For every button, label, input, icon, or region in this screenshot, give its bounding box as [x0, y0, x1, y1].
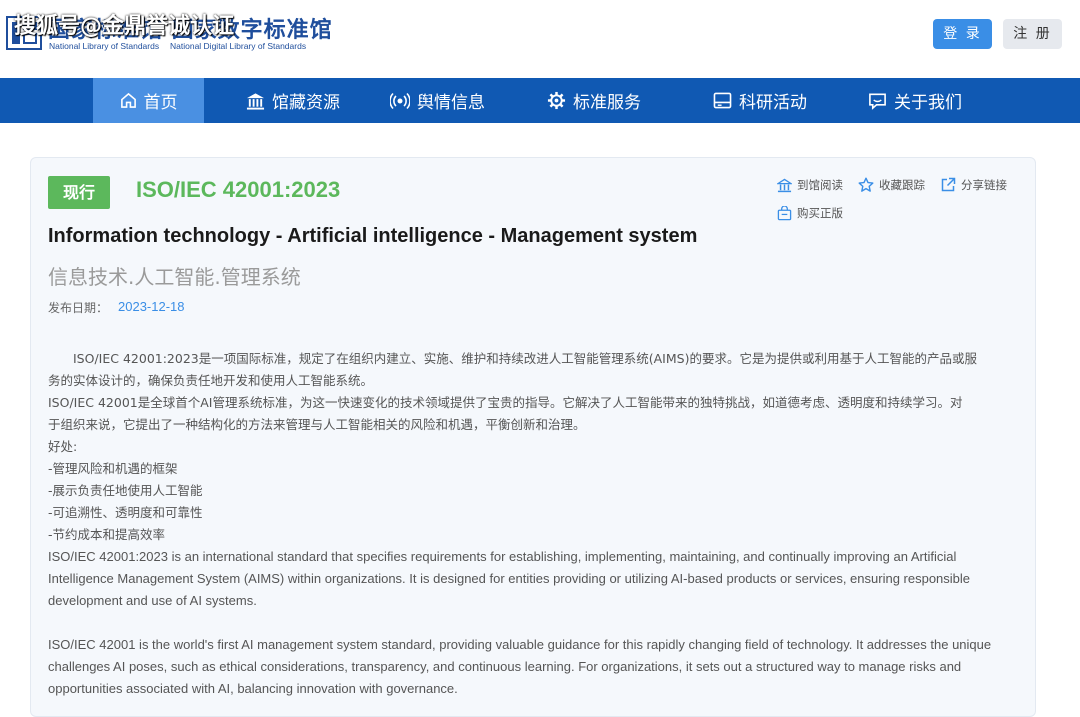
action-label: 购买正版	[797, 206, 843, 220]
description-line: ISO/IEC 42001:2023 is an international s…	[48, 549, 957, 564]
building-icon	[777, 178, 792, 192]
nav-item-label: 科研活动	[739, 93, 807, 113]
description-line: ISO/IEC 42001 is the world's first AI ma…	[48, 637, 992, 652]
watermark: 搜狐号@金鼎誉诚认证	[14, 14, 235, 39]
publish-date-label: 发布日期：	[48, 301, 109, 315]
login-button[interactable]: 登 录	[933, 19, 992, 49]
logo-subtitle-left: National Library of Standards	[49, 41, 160, 51]
nav-item-standard-services[interactable]: 标准服务	[547, 78, 641, 123]
description-line: opportunities associated with AI, balanc…	[48, 681, 458, 696]
description-line: -管理风险和机遇的框架	[48, 461, 178, 476]
description-line: -节约成本和提高效率	[48, 527, 166, 542]
action-label: 分享链接	[961, 178, 1007, 192]
favorite-track-button[interactable]: 收藏跟踪	[858, 177, 925, 193]
description-en-paragraph-1: ISO/IEC 42001:2023 is an international s…	[48, 546, 1018, 612]
status-badge: 现行	[48, 176, 110, 209]
shopping-bag-icon	[777, 205, 792, 220]
nav-item-label: 标准服务	[573, 93, 641, 113]
share-icon	[941, 177, 956, 192]
chat-icon	[869, 93, 886, 110]
description-line: -可追溯性、透明度和可靠性	[48, 505, 203, 520]
share-link-button[interactable]: 分享链接	[940, 177, 1007, 193]
nav-item-label: 馆藏资源	[272, 93, 340, 113]
action-label: 到馆阅读	[797, 178, 843, 192]
register-button[interactable]: 注 册	[1003, 19, 1062, 49]
description-line: ISO/IEC 42001是全球首个AI管理系统标准，为这一快速变化的技术领域提…	[48, 395, 963, 410]
description-line: 于组织来说，它提出了一种结构化的方法来管理与人工智能相关的风险和机遇，平衡创新和…	[48, 417, 586, 432]
nav-item-public-opinion[interactable]: 舆情信息	[390, 78, 485, 123]
description-line: 务的实体设计的，确保负责任地开发和使用人工智能系统。	[48, 373, 374, 388]
buy-genuine-button[interactable]: 购买正版	[777, 205, 843, 221]
home-icon	[120, 92, 136, 108]
nav-item-label: 关于我们	[894, 93, 962, 113]
description-line: ISO/IEC 42001:2023是一项国际标准，规定了在组织内建立、实施、维…	[48, 351, 977, 366]
document-icon	[713, 92, 732, 109]
nav-item-label: 舆情信息	[417, 93, 485, 113]
description-line: -展示负责任地使用人工智能	[48, 483, 203, 498]
nav-item-collections[interactable]: 馆藏资源	[246, 78, 340, 123]
description-line: challenges AI poses, such as ethical con…	[48, 659, 962, 674]
description-line: 好处:	[48, 439, 78, 454]
description-zh: ISO/IEC 42001:2023是一项国际标准，规定了在组织内建立、实施、维…	[48, 348, 1018, 546]
nav-item-about[interactable]: 关于我们	[868, 78, 962, 123]
action-label: 收藏跟踪	[879, 178, 925, 192]
description-en-paragraph-2: ISO/IEC 42001 is the world's first AI ma…	[48, 634, 1018, 700]
standard-code: ISO/IEC 42001:2023	[136, 177, 341, 202]
standard-title-en: Information technology - Artificial inte…	[48, 225, 698, 247]
main-nav: 首页 馆藏资源 舆情信息 标准服务 科研活动 关于我们	[0, 78, 1080, 123]
nav-item-label: 首页	[143, 93, 178, 113]
star-icon	[858, 177, 874, 192]
standard-title-zh: 信息技术.人工智能.管理系统	[48, 265, 301, 289]
nav-item-home[interactable]: 首页	[93, 78, 204, 123]
read-in-library-button[interactable]: 到馆阅读	[777, 177, 843, 193]
nav-item-research[interactable]: 科研活动	[713, 78, 807, 123]
description-line: Intelligence Management System (AIMS) wi…	[48, 571, 971, 586]
logo-subtitle-right: National Digital Library of Standards	[170, 41, 307, 51]
site-header: 国家标准馆 国家数字标准馆 National Library of Standa…	[0, 0, 1080, 78]
broadcast-icon	[390, 92, 410, 109]
publish-date-value: 2023-12-18	[118, 299, 185, 314]
library-icon	[246, 92, 265, 110]
gear-icon	[547, 91, 566, 110]
description-line: development and use of AI systems.	[48, 593, 257, 608]
